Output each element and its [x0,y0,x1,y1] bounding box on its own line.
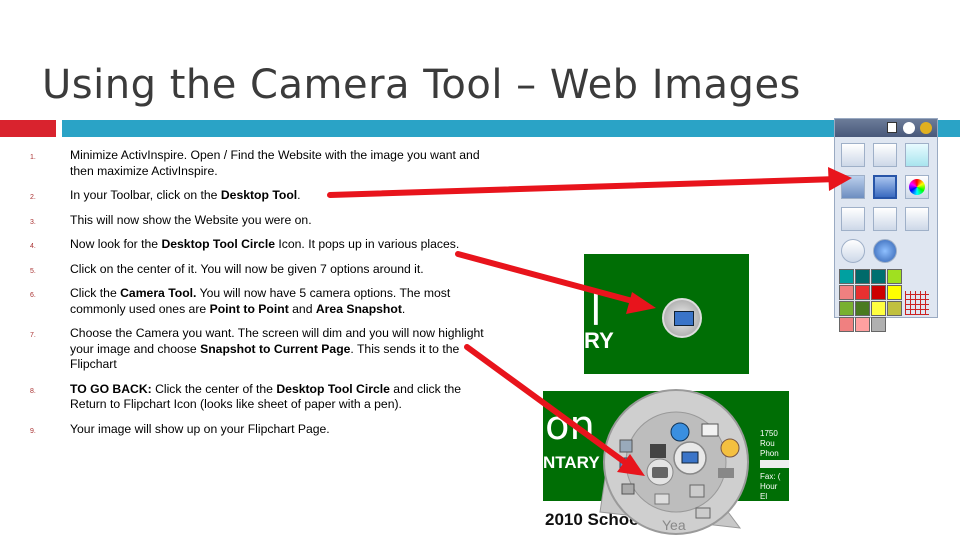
side-tool-icon-4 [695,507,711,519]
side-tool-icon-3 [621,483,635,495]
desktop-center-icon [681,451,699,464]
annotation-arrows [327,167,852,476]
text-year: Yea [662,517,686,533]
return-to-flipchart-icon [701,423,719,437]
arrow-to-tool-circle [455,251,643,306]
overlay-graphics: Yea [327,167,852,535]
area-snapshot-icon [654,493,670,505]
video-icon [718,468,734,478]
camera-body-icon [652,467,668,478]
arrow-to-desktop-tool [327,176,841,198]
arrow-head-1 [828,167,852,191]
arrow-head-2 [626,292,656,314]
globe-icon [670,422,690,442]
side-tool-icon-1 [619,439,633,453]
arrow-to-camera-tool [464,344,633,469]
grid-tool-icon [650,444,666,458]
tools-icon [689,484,705,498]
magic-icon [720,438,740,458]
